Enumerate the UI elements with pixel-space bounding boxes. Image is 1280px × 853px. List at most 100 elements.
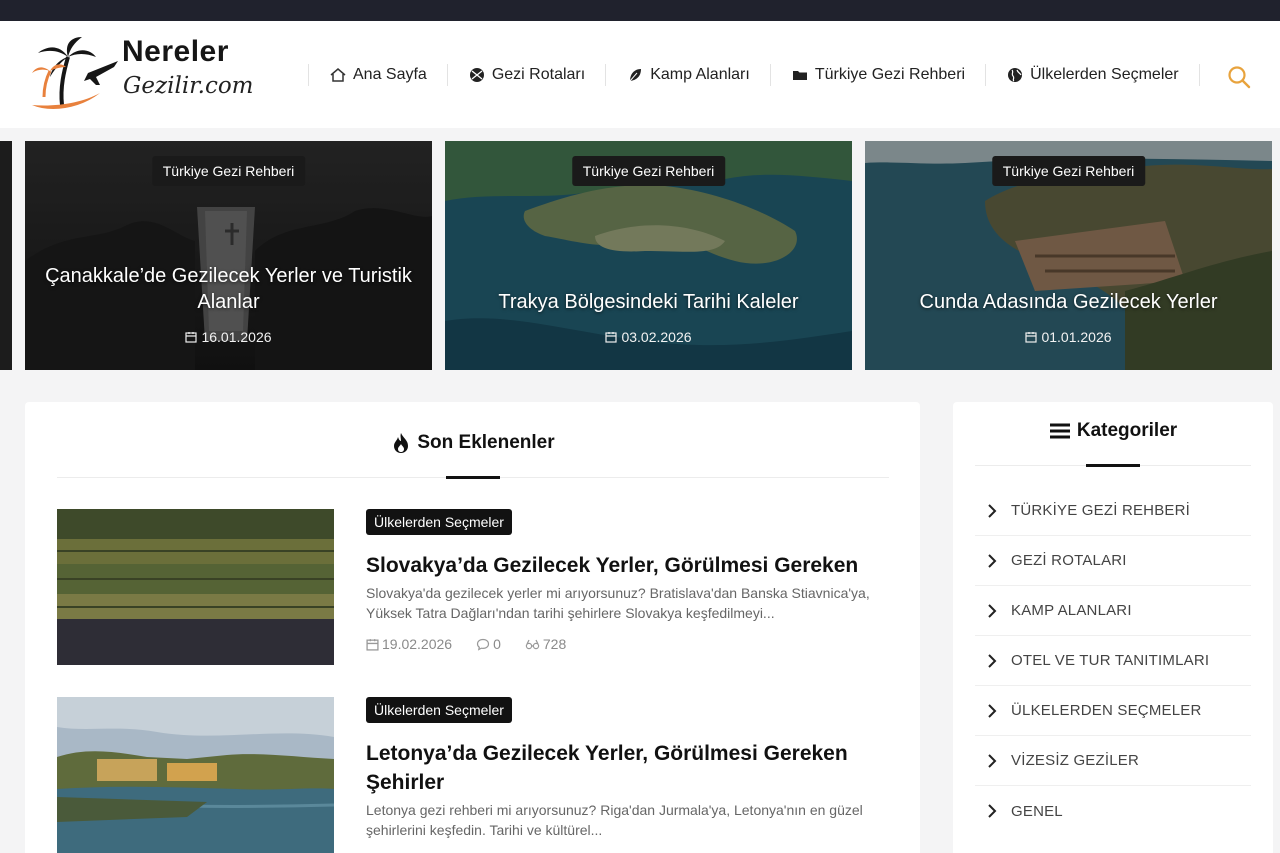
slide-date-text: 16.01.2026 xyxy=(201,329,272,345)
globe-icon xyxy=(469,68,484,82)
chevron-right-icon xyxy=(988,753,997,768)
heading-underline xyxy=(446,476,500,479)
search-icon xyxy=(1228,66,1251,89)
slide-category-badge[interactable]: Türkiye Gezi Rehberi xyxy=(151,156,306,186)
logo-subtitle: Gezilir.com xyxy=(123,73,254,99)
post-image xyxy=(57,509,334,665)
slide-category-badge[interactable]: Türkiye Gezi Rehberi xyxy=(991,156,1146,186)
post-thumbnail[interactable] xyxy=(57,509,334,665)
sidebar-heading: Kategoriler xyxy=(975,420,1251,467)
nav-item-label: Kamp Alanları xyxy=(650,66,750,83)
nav-item-routes[interactable]: Gezi Rotaları xyxy=(448,62,605,88)
category-label: VİZESİZ GEZİLER xyxy=(1011,752,1140,769)
search-button[interactable] xyxy=(1226,64,1252,90)
calendar-icon xyxy=(366,638,379,651)
slide-title[interactable]: Cunda Adasında Gezilecek Yerler xyxy=(880,289,1257,315)
chevron-right-icon xyxy=(988,653,997,668)
site-header: Nereler Gezilir.com Ana Sayfa Gezi Rotal… xyxy=(0,21,1280,128)
nav-item-label: Türkiye Gezi Rehberi xyxy=(814,66,966,83)
views-icon xyxy=(525,639,540,650)
chevron-right-icon xyxy=(988,703,997,718)
nav-item-turkey-guide[interactable]: Türkiye Gezi Rehberi xyxy=(771,62,985,88)
categories-sidebar: Kategoriler TÜRKİYE GEZİ REHBERİ GEZİ RO… xyxy=(953,402,1273,853)
leaf-icon xyxy=(629,69,642,82)
category-item-kamp-alanlari[interactable]: KAMP ALANLARI xyxy=(975,586,1251,636)
slide-card[interactable]: Türkiye Gezi Rehberi Cunda Adasında Gezi… xyxy=(865,141,1272,370)
earth-icon xyxy=(1008,68,1023,82)
heading-underline xyxy=(1086,464,1140,467)
slide-date: 16.01.2026 xyxy=(25,329,432,345)
fire-icon xyxy=(394,433,409,453)
category-item-otel-ve-tur[interactable]: OTEL VE TUR TANITIMLARI xyxy=(975,636,1251,686)
calendar-icon xyxy=(605,332,618,343)
slide-card[interactable]: Türkiye Gezi Rehberi Trakya Bölgesindeki… xyxy=(445,141,852,370)
post-views-count: 728 xyxy=(542,636,567,652)
section-heading: Son Eklenenler xyxy=(57,432,889,479)
chevron-right-icon xyxy=(988,553,997,568)
category-item-ulkelerden-secmeler[interactable]: ÜLKELERDEN SEÇMELER xyxy=(975,686,1251,736)
home-icon xyxy=(330,68,346,82)
nav-item-label: Gezi Rotaları xyxy=(491,66,586,83)
post-title[interactable]: Letonya’da Gezilecek Yerler, Görülmesi G… xyxy=(366,739,866,797)
post-excerpt: Slovakya'da gezilecek yerler mi arıyorsu… xyxy=(366,585,870,621)
chevron-right-icon xyxy=(988,503,997,518)
post-image xyxy=(57,697,334,853)
folder-icon xyxy=(792,71,807,80)
featured-slider: Türkiye Gezi Rehberi Çanakkale’de Gezile… xyxy=(0,141,1280,370)
slide-title[interactable]: Çanakkale’de Gezilecek Yerler ve Turisti… xyxy=(40,263,417,315)
sidebar-title-text: Kategoriler xyxy=(1076,420,1178,441)
nav-item-home[interactable]: Ana Sayfa xyxy=(309,62,447,88)
post-category-badge[interactable]: Ülkelerden Seçmeler xyxy=(366,509,512,535)
post-comments[interactable]: 0 xyxy=(476,636,513,652)
nav-item-camping[interactable]: Kamp Alanları xyxy=(606,62,770,88)
logo-title: Nereler xyxy=(122,35,229,68)
main-nav: Ana Sayfa Gezi Rotaları Kamp Alanları Tü… xyxy=(308,62,1200,88)
slide-date: 01.01.2026 xyxy=(865,329,1272,345)
post-thumbnail[interactable] xyxy=(57,697,334,853)
nav-item-label: Ana Sayfa xyxy=(353,66,427,83)
chevron-right-icon xyxy=(988,804,997,818)
section-title: Son Eklenenler xyxy=(391,432,555,454)
slide-date-text: 01.01.2026 xyxy=(1041,329,1112,345)
menu-icon xyxy=(1049,423,1070,439)
slide-date: 03.02.2026 xyxy=(445,329,852,345)
post-item[interactable]: Ülkelerden Seçmeler Letonya’da Gezilecek… xyxy=(57,697,889,853)
palm-plane-icon xyxy=(32,37,118,109)
post-views: 728 xyxy=(525,636,578,652)
category-list: TÜRKİYE GEZİ REHBERİ GEZİ ROTALARI KAMP … xyxy=(975,486,1251,836)
section-title-text: Son Eklenenler xyxy=(417,432,555,453)
category-label: GENEL xyxy=(1011,802,1063,820)
post-date-text: 19.02.2026 xyxy=(382,636,453,652)
category-item-vizesiz-geziler[interactable]: VİZESİZ GEZİLER xyxy=(975,736,1251,786)
post-title[interactable]: Slovakya’da Gezilecek Yerler, Görülmesi … xyxy=(366,551,866,580)
slide-title[interactable]: Trakya Bölgesindeki Tarihi Kaleler xyxy=(460,289,837,315)
category-label: KAMP ALANLARI xyxy=(1011,602,1132,619)
post-meta: 19.02.2026 0 728 xyxy=(366,636,590,652)
slide-date-text: 03.02.2026 xyxy=(621,329,692,345)
post-excerpt: Letonya gezi rehberi mi arıyorsunuz? Rig… xyxy=(366,802,863,838)
calendar-icon xyxy=(185,332,198,343)
post-date: 19.02.2026 xyxy=(366,636,464,652)
comment-icon xyxy=(476,638,490,651)
nav-item-countries[interactable]: Ülkelerden Seçmeler xyxy=(986,62,1199,88)
category-label: GEZİ ROTALARI xyxy=(1011,552,1127,569)
category-item-gezi-rotalari[interactable]: GEZİ ROTALARI xyxy=(975,536,1251,586)
sidebar-title: Kategoriler xyxy=(1049,420,1177,442)
category-label: TÜRKİYE GEZİ REHBERİ xyxy=(1011,502,1191,519)
post-item[interactable]: Ülkelerden Seçmeler Slovakya’da Gezilece… xyxy=(57,509,889,669)
post-comments-count: 0 xyxy=(493,636,501,652)
top-bar xyxy=(0,0,1280,21)
slide-category-badge[interactable]: Türkiye Gezi Rehberi xyxy=(571,156,726,186)
category-item-turkiye-gezi-rehberi[interactable]: TÜRKİYE GEZİ REHBERİ xyxy=(975,486,1251,536)
nav-item-label: Ülkelerden Seçmeler xyxy=(1030,66,1179,83)
category-label: ÜLKELERDEN SEÇMELER xyxy=(1011,702,1202,719)
slide-card[interactable]: Türkiye Gezi Rehberi Çanakkale’de Gezile… xyxy=(25,141,432,370)
chevron-right-icon xyxy=(988,603,997,618)
nav-divider xyxy=(1198,64,1200,86)
category-label: OTEL VE TUR TANITIMLARI xyxy=(1011,652,1210,669)
site-logo[interactable]: Nereler Gezilir.com xyxy=(30,35,255,115)
post-category-badge[interactable]: Ülkelerden Seçmeler xyxy=(366,697,512,723)
latest-posts-section: Son Eklenenler Ülkelerden Seçmeler Slova… xyxy=(25,402,920,853)
category-item-genel[interactable]: GENEL xyxy=(975,786,1251,836)
calendar-icon xyxy=(1025,332,1038,343)
